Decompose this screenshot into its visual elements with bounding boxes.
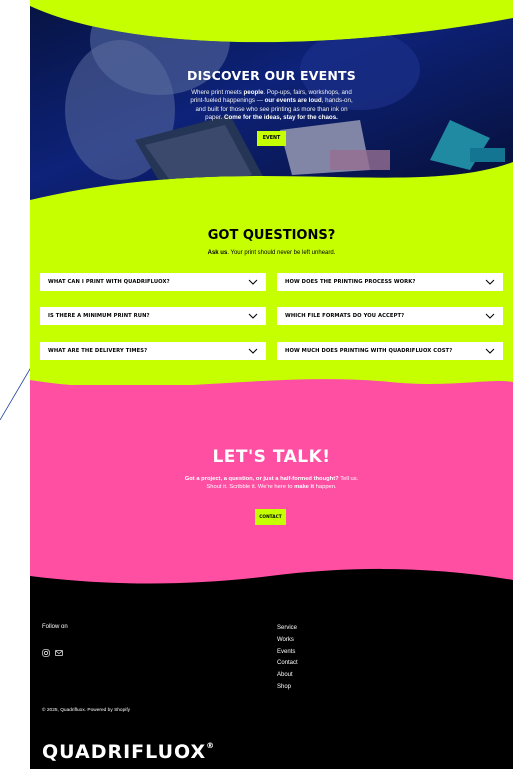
- chevron-down-icon: [485, 313, 495, 319]
- chevron-down-icon: [248, 313, 258, 319]
- contact-section: LET'S TALK! Got a project, a question, o…: [30, 379, 513, 585]
- events-description: Where print meets people. Pop-ups, fairs…: [190, 89, 353, 121]
- contact-title: LET'S TALK!: [212, 447, 331, 467]
- footer-link-service[interactable]: Service: [277, 623, 298, 635]
- wave-divider: [30, 556, 513, 584]
- faq-title: GOT QUESTIONS?: [207, 228, 336, 243]
- chevron-down-icon: [485, 348, 495, 354]
- faq-item[interactable]: IS THERE A MINIMUM PRINT RUN?: [40, 307, 266, 325]
- social-links: [42, 644, 63, 657]
- footer-link-about[interactable]: About: [277, 670, 298, 682]
- mail-icon[interactable]: [55, 644, 63, 656]
- chevron-down-icon: [248, 279, 258, 285]
- chevron-down-icon: [485, 279, 495, 285]
- chevron-down-icon: [248, 348, 258, 354]
- faq-subtitle: Ask us. Your print should never be left …: [207, 250, 336, 256]
- faq-item[interactable]: WHAT ARE THE DELIVERY TIMES?: [40, 342, 266, 360]
- footer-link-shop[interactable]: Shop: [277, 682, 298, 694]
- faq-item[interactable]: WHAT CAN I PRINT WITH QUADRIFLUOX?: [40, 273, 266, 291]
- footer-link-works[interactable]: Works: [277, 635, 298, 647]
- contact-button[interactable]: CONTACT: [255, 509, 286, 525]
- page: DISCOVER OUR EVENTS Where print meets pe…: [30, 0, 513, 769]
- footer: Follow on Service Works Events Contact A…: [30, 556, 513, 769]
- footer-nav: Service Works Events Contact About Shop: [277, 623, 298, 694]
- faq-item[interactable]: HOW MUCH DOES PRINTING WITH QUADRIFLUOX …: [277, 342, 503, 360]
- footer-link-events[interactable]: Events: [277, 647, 298, 659]
- faq-item[interactable]: WHICH FILE FORMATS DO YOU ACCEPT?: [277, 307, 503, 325]
- faq-item[interactable]: HOW DOES THE PRINTING PROCESS WORK?: [277, 273, 503, 291]
- event-button[interactable]: EVENT: [256, 131, 287, 147]
- copyright: © 2025, Quadrifluox. Powered by Shopify: [42, 708, 131, 713]
- footer-link-contact[interactable]: Contact: [277, 658, 298, 670]
- brand-logo[interactable]: QUADRIFLUOX®: [42, 741, 214, 763]
- instagram-icon[interactable]: [42, 644, 50, 657]
- contact-description: Got a project, a question, or just a hal…: [184, 476, 359, 490]
- follow-label: Follow on: [42, 624, 68, 630]
- events-title: DISCOVER OUR EVENTS: [187, 68, 356, 83]
- wave-divider: [30, 379, 513, 410]
- events-hero: DISCOVER OUR EVENTS Where print meets pe…: [30, 0, 513, 200]
